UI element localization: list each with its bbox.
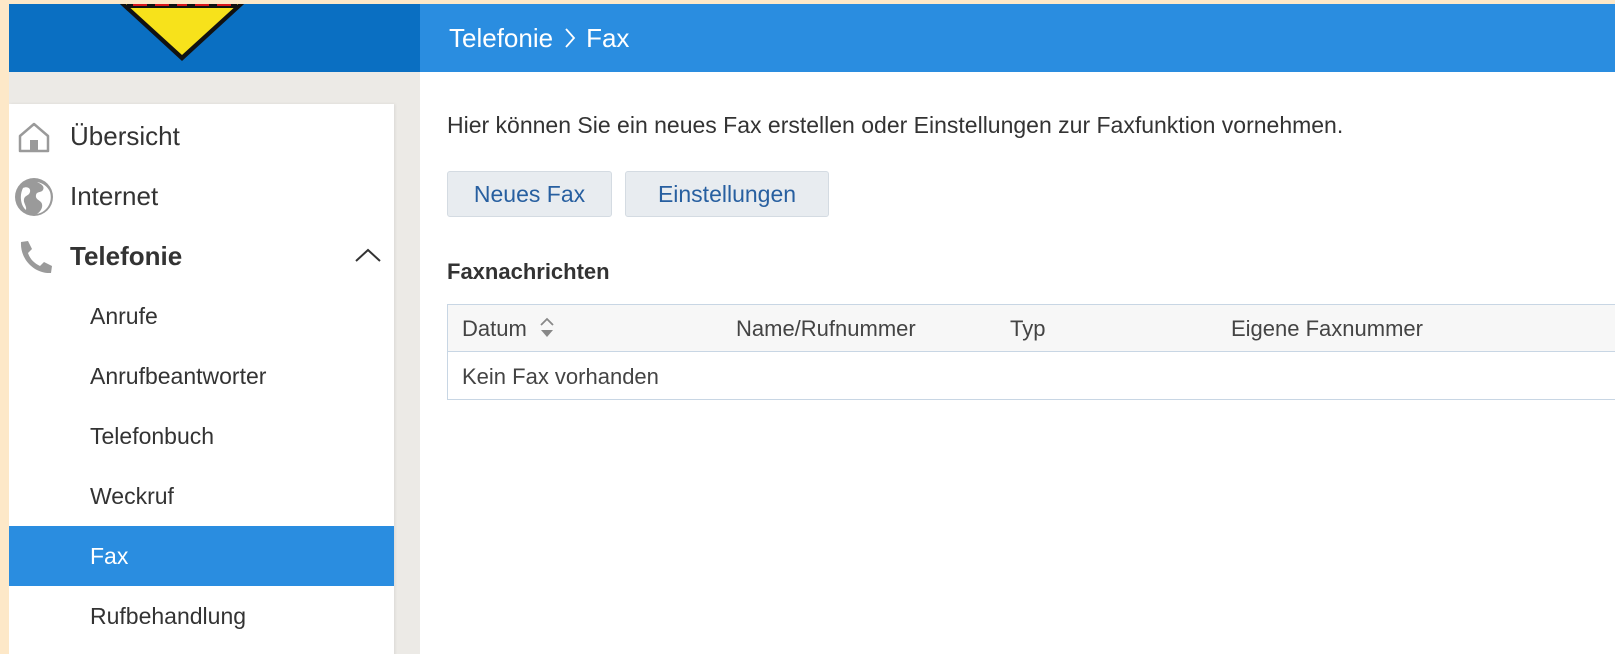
chevron-up-icon[interactable] — [353, 242, 383, 268]
column-header-typ: Typ — [1010, 316, 1046, 341]
page-title: Fax — [586, 22, 630, 53]
fax-table: Datum Name/Rufnummer Typ Eigene Faxnumme… — [447, 304, 1615, 400]
home-icon — [18, 122, 50, 153]
column-header-own-number: Eigene Faxnummer — [1231, 316, 1423, 341]
breadcrumb: Telefonie Fax — [420, 4, 1615, 72]
sidebar-subitem-label: Anrufbeantworter — [90, 362, 267, 389]
column-header-datum[interactable]: Datum — [462, 316, 527, 342]
sidebar-item-telefonie[interactable]: Telefonie — [9, 226, 394, 286]
sidebar-header — [9, 4, 420, 72]
sidebar-subitem-label: Fax — [90, 542, 129, 569]
intro-text: Hier können Sie ein neues Fax erstellen … — [447, 112, 1344, 138]
sidebar-item-label: Internet — [70, 180, 159, 211]
sidebar-item-label: Übersicht — [70, 120, 180, 151]
sidebar-subitem-rufbehandlung[interactable]: Rufbehandlung — [9, 586, 394, 646]
sidebar-nav: Übersicht Internet Telefonie Anrufe Anru… — [9, 104, 394, 654]
sidebar-item-overview[interactable]: Übersicht — [9, 106, 394, 166]
chevron-right-icon — [565, 28, 576, 48]
sidebar-item-label: Telefonie — [70, 240, 183, 271]
sidebar-subitem-fax[interactable]: Fax — [9, 526, 394, 586]
sidebar-subitem-label: Anrufe — [90, 302, 158, 329]
sidebar-subitem-anrufe[interactable]: Anrufe — [9, 286, 394, 346]
breadcrumb-section[interactable]: Telefonie — [449, 23, 553, 54]
phone-icon — [20, 241, 52, 274]
new-fax-button[interactable]: Neues Fax — [447, 171, 612, 217]
sidebar-subitem-label: Rufbehandlung — [90, 602, 247, 629]
section-title: Faxnachrichten — [447, 259, 610, 284]
globe-icon — [15, 178, 53, 216]
app-window: Übersicht Internet Telefonie Anrufe Anru… — [9, 4, 1615, 654]
settings-button[interactable]: Einstellungen — [625, 171, 829, 217]
sidebar-subitem-telefonbuch[interactable]: Telefonbuch — [9, 406, 394, 466]
sort-icon[interactable] — [538, 315, 556, 341]
sidebar-subitem-label: Telefonbuch — [90, 422, 215, 449]
brand-logo[interactable] — [97, 4, 267, 64]
sidebar-subitem-label: Weckruf — [90, 482, 174, 509]
sidebar-item-internet[interactable]: Internet — [9, 166, 394, 226]
table-header: Datum Name/Rufnummer Typ Eigene Faxnumme… — [448, 305, 1615, 352]
table-empty-message: Kein Fax vorhanden — [462, 364, 659, 389]
column-header-name: Name/Rufnummer — [736, 316, 916, 341]
sidebar-subitem-weckruf[interactable]: Weckruf — [9, 466, 394, 526]
sidebar-subitem-anrufbeantworter[interactable]: Anrufbeantworter — [9, 346, 394, 406]
